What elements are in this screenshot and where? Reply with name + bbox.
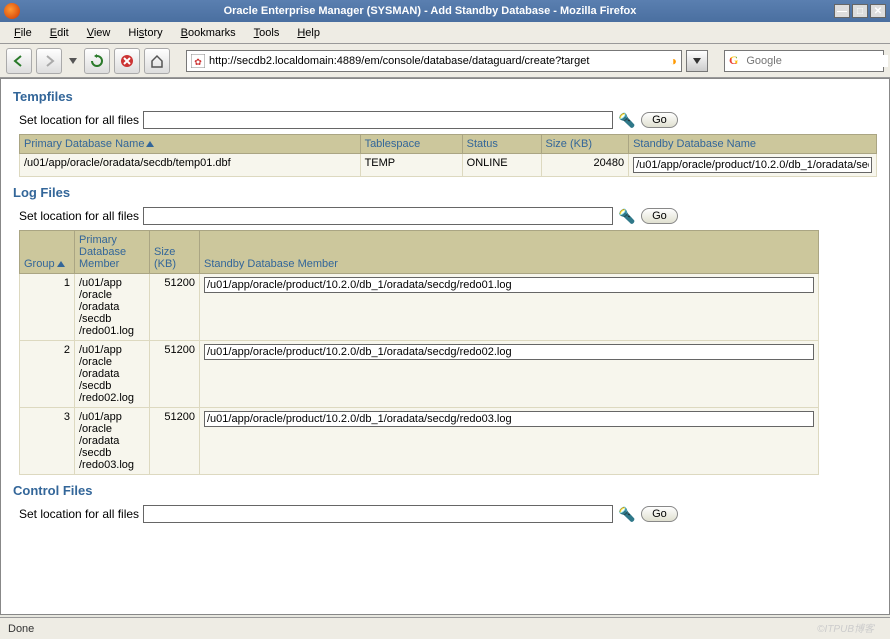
cell-sdm [200,274,819,341]
url-bar: ✿ ◑ [186,50,682,72]
sort-asc-icon [146,141,154,147]
logfiles-go-button[interactable]: Go [641,208,678,224]
cell-size: 51200 [150,341,200,408]
menu-edit[interactable]: Edit [42,25,77,41]
flashlight-icon[interactable]: 🔦 [617,504,637,524]
maximize-button[interactable]: □ [852,4,868,18]
status-text: Done [8,623,34,635]
search-bar [724,50,884,72]
reload-button[interactable] [84,48,110,74]
cell-pdn: /u01/app/oracle/oradata/secdb/temp01.dbf [20,154,361,177]
cell-sdn [629,154,877,177]
table-row: 1​/u01​/app​/oracle​/oradata​/secdb​/red… [20,274,819,341]
cell-pdm: ​/u01​/app​/oracle​/oradata​/secdb​/redo… [75,274,150,341]
google-icon [729,54,738,68]
standby-member-input[interactable] [204,411,814,427]
tempfiles-table: Primary Database Name Tablespace Status … [19,134,877,177]
cell-group: 1 [20,274,75,341]
standby-member-input[interactable] [204,344,814,360]
home-button[interactable] [144,48,170,74]
col-group[interactable]: Group [20,231,75,274]
svg-text:✿: ✿ [194,57,202,67]
col-size[interactable]: Size (KB) [541,135,629,154]
minimize-button[interactable]: — [834,4,850,18]
table-row: 3​/u01​/app​/oracle​/oradata​/secdb​/red… [20,408,819,475]
col-size[interactable]: Size (KB) [150,231,200,274]
controlfiles-loc-label: Set location for all files [19,507,139,521]
menu-history[interactable]: History [120,25,170,41]
cell-size: 20480 [541,154,629,177]
tempfiles-loc-label: Set location for all files [19,113,139,127]
col-primary-db-name[interactable]: Primary Database Name [20,135,361,154]
status-bar: Done [0,617,890,639]
close-button[interactable]: ✕ [870,4,886,18]
cell-sdm [200,408,819,475]
history-dropdown-icon[interactable] [66,48,80,74]
col-sdm[interactable]: Standby Database Member [200,231,819,274]
menu-file[interactable]: File [6,25,40,41]
tempfiles-loc-input[interactable] [143,111,613,129]
cell-group: 2 [20,341,75,408]
standby-name-input[interactable] [633,157,872,173]
url-input[interactable] [209,55,666,67]
standby-member-input[interactable] [204,277,814,293]
search-input[interactable] [746,55,888,67]
back-button[interactable] [6,48,32,74]
cell-size: 51200 [150,274,200,341]
tempfiles-heading: Tempfiles [13,89,877,104]
col-pdm[interactable]: Primary Database Member [75,231,150,274]
cell-pdm: ​/u01​/app​/oracle​/oradata​/secdb​/redo… [75,341,150,408]
col-tablespace[interactable]: Tablespace [360,135,462,154]
feed-icon[interactable]: ◑ [670,54,677,68]
cell-pdm: ​/u01​/app​/oracle​/oradata​/secdb​/redo… [75,408,150,475]
table-row: 2​/u01​/app​/oracle​/oradata​/secdb​/red… [20,341,819,408]
toolbar: ✿ ◑ [0,44,890,78]
content-viewport[interactable]: Tempfiles Set location for all files 🔦 G… [0,78,890,615]
controlfiles-loc-input[interactable] [143,505,613,523]
flashlight-icon[interactable]: 🔦 [617,110,637,130]
col-standby-db-name[interactable]: Standby Database Name [629,135,877,154]
menu-tools[interactable]: Tools [246,25,288,41]
firefox-icon [4,3,20,19]
window-titlebar: Oracle Enterprise Manager (SYSMAN) - Add… [0,0,890,22]
logfiles-table: Group Primary Database Member Size (KB) … [19,230,819,475]
cell-group: 3 [20,408,75,475]
menubar: File Edit View History Bookmarks Tools H… [0,22,890,44]
controlfiles-go-button[interactable]: Go [641,506,678,522]
menu-bookmarks[interactable]: Bookmarks [173,25,244,41]
menu-help[interactable]: Help [289,25,328,41]
logfiles-loc-input[interactable] [143,207,613,225]
table-row: /u01/app/oracle/oradata/secdb/temp01.dbf… [20,154,877,177]
col-status[interactable]: Status [462,135,541,154]
stop-button[interactable] [114,48,140,74]
cell-size: 51200 [150,408,200,475]
sort-asc-icon [57,261,65,267]
url-dropdown-button[interactable] [686,50,708,72]
logfiles-heading: Log Files [13,185,877,200]
forward-button[interactable] [36,48,62,74]
cell-ts: TEMP [360,154,462,177]
window-title: Oracle Enterprise Manager (SYSMAN) - Add… [26,5,834,17]
tempfiles-go-button[interactable]: Go [641,112,678,128]
cell-sdm [200,341,819,408]
page-favicon: ✿ [191,54,205,68]
menu-view[interactable]: View [79,25,119,41]
cell-status: ONLINE [462,154,541,177]
controlfiles-heading: Control Files [13,483,877,498]
flashlight-icon[interactable]: 🔦 [617,206,637,226]
logfiles-loc-label: Set location for all files [19,209,139,223]
